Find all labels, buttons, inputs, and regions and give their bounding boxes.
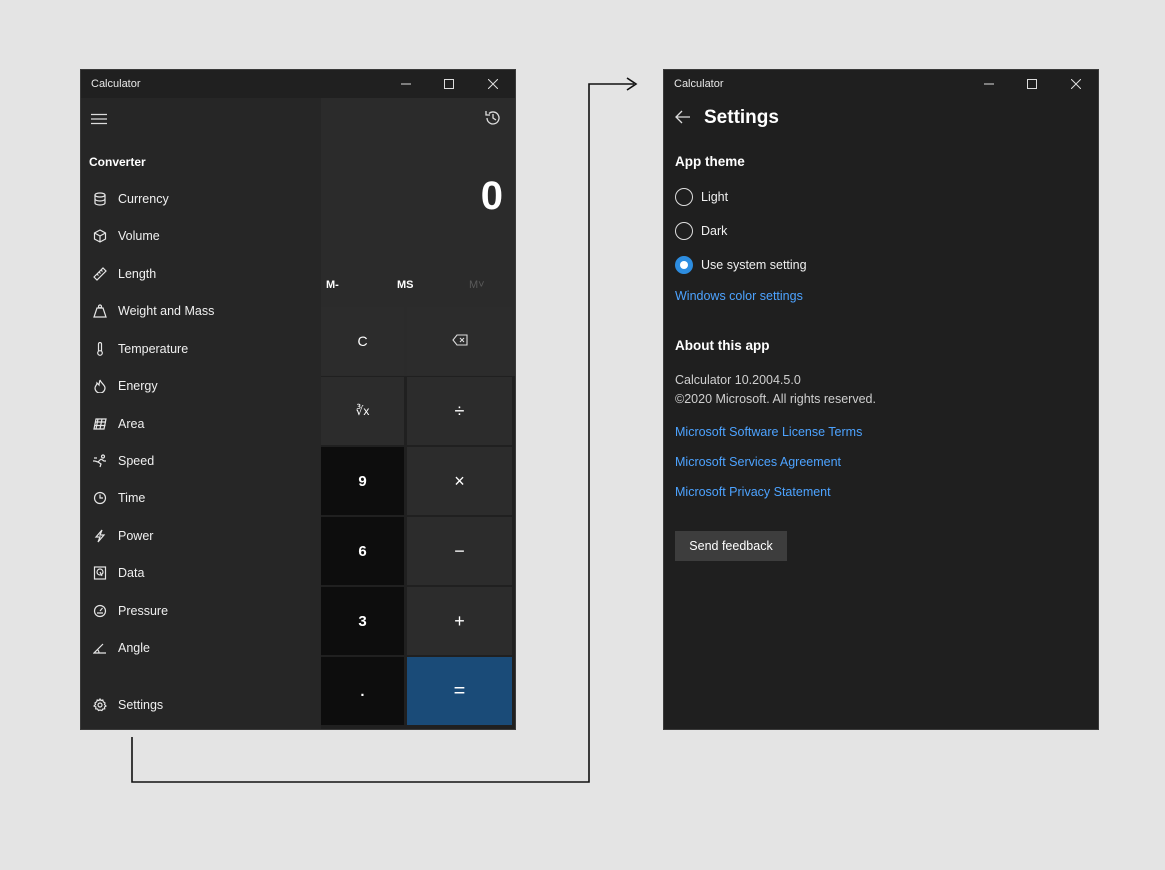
flow-arrow [131, 77, 638, 783]
